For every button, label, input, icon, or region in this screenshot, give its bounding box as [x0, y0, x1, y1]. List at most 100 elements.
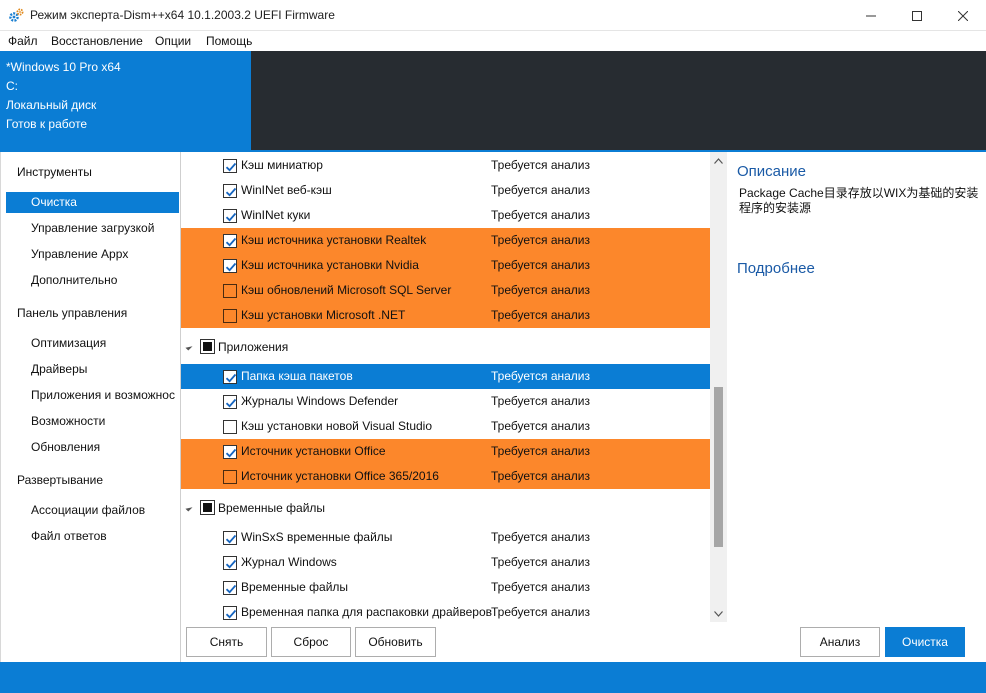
check-icon [225, 237, 237, 247]
checkbox[interactable] [223, 370, 237, 384]
menu-help[interactable]: Помощь [206, 34, 252, 48]
checkbox[interactable] [223, 581, 237, 595]
maximize-button[interactable] [894, 0, 940, 31]
item-name: Папка кэша пакетов [241, 369, 353, 383]
uncheck-button[interactable]: Снять [186, 627, 267, 657]
list-item[interactable]: WinSxS временные файлы Требуется анализ [181, 525, 710, 550]
nav-item-features[interactable]: Возможности [6, 411, 179, 432]
more-info-link[interactable]: Подробнее [737, 260, 815, 277]
nav-section-control-panel: Панель управления [17, 306, 128, 320]
list-item[interactable]: WinINet веб-кэш Требуется анализ [181, 178, 710, 203]
menu-restore[interactable]: Восстановление [51, 34, 143, 48]
window-title: Режим эксперта-Dism++x64 10.1.2003.2 UEF… [30, 8, 335, 22]
checkbox[interactable] [223, 606, 237, 620]
image-info-panel[interactable]: *Windows 10 Pro x64 C: Локальный диск Го… [0, 51, 251, 150]
menu-file[interactable]: Файл [8, 34, 38, 48]
checkbox[interactable] [223, 309, 237, 323]
item-status: Требуется анализ [491, 419, 590, 433]
list-item[interactable]: Кэш источника установки Realtek Требуетс… [181, 228, 710, 253]
item-name: Журналы Windows Defender [241, 394, 399, 408]
item-status: Требуется анализ [491, 258, 590, 272]
analyze-button[interactable]: Анализ [800, 627, 880, 657]
item-status: Требуется анализ [491, 283, 590, 297]
collapse-arrow-icon[interactable] [185, 343, 193, 351]
description-text: Package Cache目录存放以WIX为基础的安装程序的安装源 [739, 186, 979, 215]
collapse-arrow-icon[interactable] [185, 504, 193, 512]
drive-letter: C: [6, 79, 18, 93]
item-name: Кэш установки новой Visual Studio [241, 419, 433, 433]
checkbox[interactable] [223, 445, 237, 459]
check-icon [225, 609, 237, 619]
item-status: Требуется анализ [491, 394, 590, 408]
status-bar [0, 662, 986, 693]
description-title: Описание [737, 163, 807, 180]
list-item[interactable]: Кэш установки Microsoft .NET Требуется а… [181, 303, 710, 328]
nav-item-answer-file[interactable]: Файл ответов [6, 526, 179, 547]
check-icon [225, 448, 237, 458]
list-scrollbar[interactable] [710, 152, 727, 622]
list-item[interactable]: Временные файлы Требуется анализ [181, 575, 710, 600]
nav-item-appx[interactable]: Управление Appx [6, 244, 179, 265]
group-checkbox[interactable] [200, 500, 215, 515]
nav-section-tools: Инструменты [17, 165, 92, 179]
nav-item-cleanup[interactable]: Очистка [6, 192, 179, 213]
minimize-button[interactable] [848, 0, 894, 31]
scroll-thumb[interactable] [714, 387, 723, 547]
checkbox[interactable] [223, 420, 237, 434]
close-icon [958, 10, 968, 21]
nav-item-file-assoc[interactable]: Ассоциации файлов [6, 500, 179, 521]
checkbox[interactable] [223, 234, 237, 248]
reset-button[interactable]: Сброс [271, 627, 351, 657]
list-item[interactable]: WinINet куки Требуется анализ [181, 203, 710, 228]
checkbox[interactable] [223, 284, 237, 298]
group-apps[interactable]: Приложения [181, 334, 710, 359]
checkbox[interactable] [223, 470, 237, 484]
checkbox[interactable] [223, 556, 237, 570]
nav-item-updates[interactable]: Обновления [6, 437, 179, 458]
list-item[interactable]: Кэш миниатюр Требуется анализ [181, 153, 710, 178]
list-item[interactable]: Источник установки Office 365/2016 Требу… [181, 464, 710, 489]
list-item[interactable]: Журнал Windows Требуется анализ [181, 550, 710, 575]
cleanup-list: Кэш миниатюр Требуется анализ WinINet ве… [181, 152, 710, 622]
os-name: *Windows 10 Pro x64 [6, 60, 121, 74]
refresh-button[interactable]: Обновить [355, 627, 436, 657]
action-bar: Снять Сброс Обновить Анализ Очистка [181, 622, 986, 662]
nav-item-optimize[interactable]: Оптимизация [6, 333, 179, 354]
list-item[interactable]: Кэш установки новой Visual Studio Требуе… [181, 414, 710, 439]
description-panel: Описание Package Cache目录存放以WIX为基础的安装程序的安… [727, 152, 986, 662]
checkbox[interactable] [223, 209, 237, 223]
checkbox[interactable] [223, 531, 237, 545]
list-item[interactable]: Кэш источника установки Nvidia Требуется… [181, 253, 710, 278]
nav-item-apps[interactable]: Приложения и возможнос [6, 385, 179, 406]
nav-item-advanced[interactable]: Дополнительно [6, 270, 179, 291]
chevron-down-icon [714, 610, 723, 617]
gears-icon [8, 8, 24, 24]
item-status: Требуется анализ [491, 469, 590, 483]
checkbox[interactable] [223, 259, 237, 273]
scroll-down-button[interactable] [710, 605, 727, 622]
item-status: Требуется анализ [491, 555, 590, 569]
menu-options[interactable]: Опции [155, 34, 191, 48]
item-status: Требуется анализ [491, 580, 590, 594]
nav-section-deploy: Развертывание [17, 473, 104, 487]
group-label: Приложения [218, 340, 289, 354]
checkbox[interactable] [223, 184, 237, 198]
list-item[interactable]: Папка кэша пакетов Требуется анализ [181, 364, 710, 389]
list-item[interactable]: Кэш обновлений Microsoft SQL Server Треб… [181, 278, 710, 303]
group-checkbox[interactable] [200, 339, 215, 354]
list-item[interactable]: Журналы Windows Defender Требуется анали… [181, 389, 710, 414]
check-icon [225, 162, 237, 172]
list-item[interactable]: Источник установки Office Требуется анал… [181, 439, 710, 464]
nav-item-drivers[interactable]: Драйверы [6, 359, 179, 380]
checkbox[interactable] [223, 159, 237, 173]
item-name: Источник установки Office 365/2016 [241, 469, 439, 483]
group-temp-files[interactable]: Временные файлы [181, 495, 710, 520]
list-item[interactable]: Временная папка для распаковки драйверов… [181, 600, 710, 622]
minimize-icon [866, 15, 876, 16]
checkbox[interactable] [223, 395, 237, 409]
title-bar: Режим эксперта-Dism++x64 10.1.2003.2 UEF… [0, 0, 986, 31]
scroll-up-button[interactable] [710, 152, 727, 169]
clean-button[interactable]: Очистка [885, 627, 965, 657]
nav-item-boot[interactable]: Управление загрузкой [6, 218, 179, 239]
close-button[interactable] [940, 0, 986, 31]
